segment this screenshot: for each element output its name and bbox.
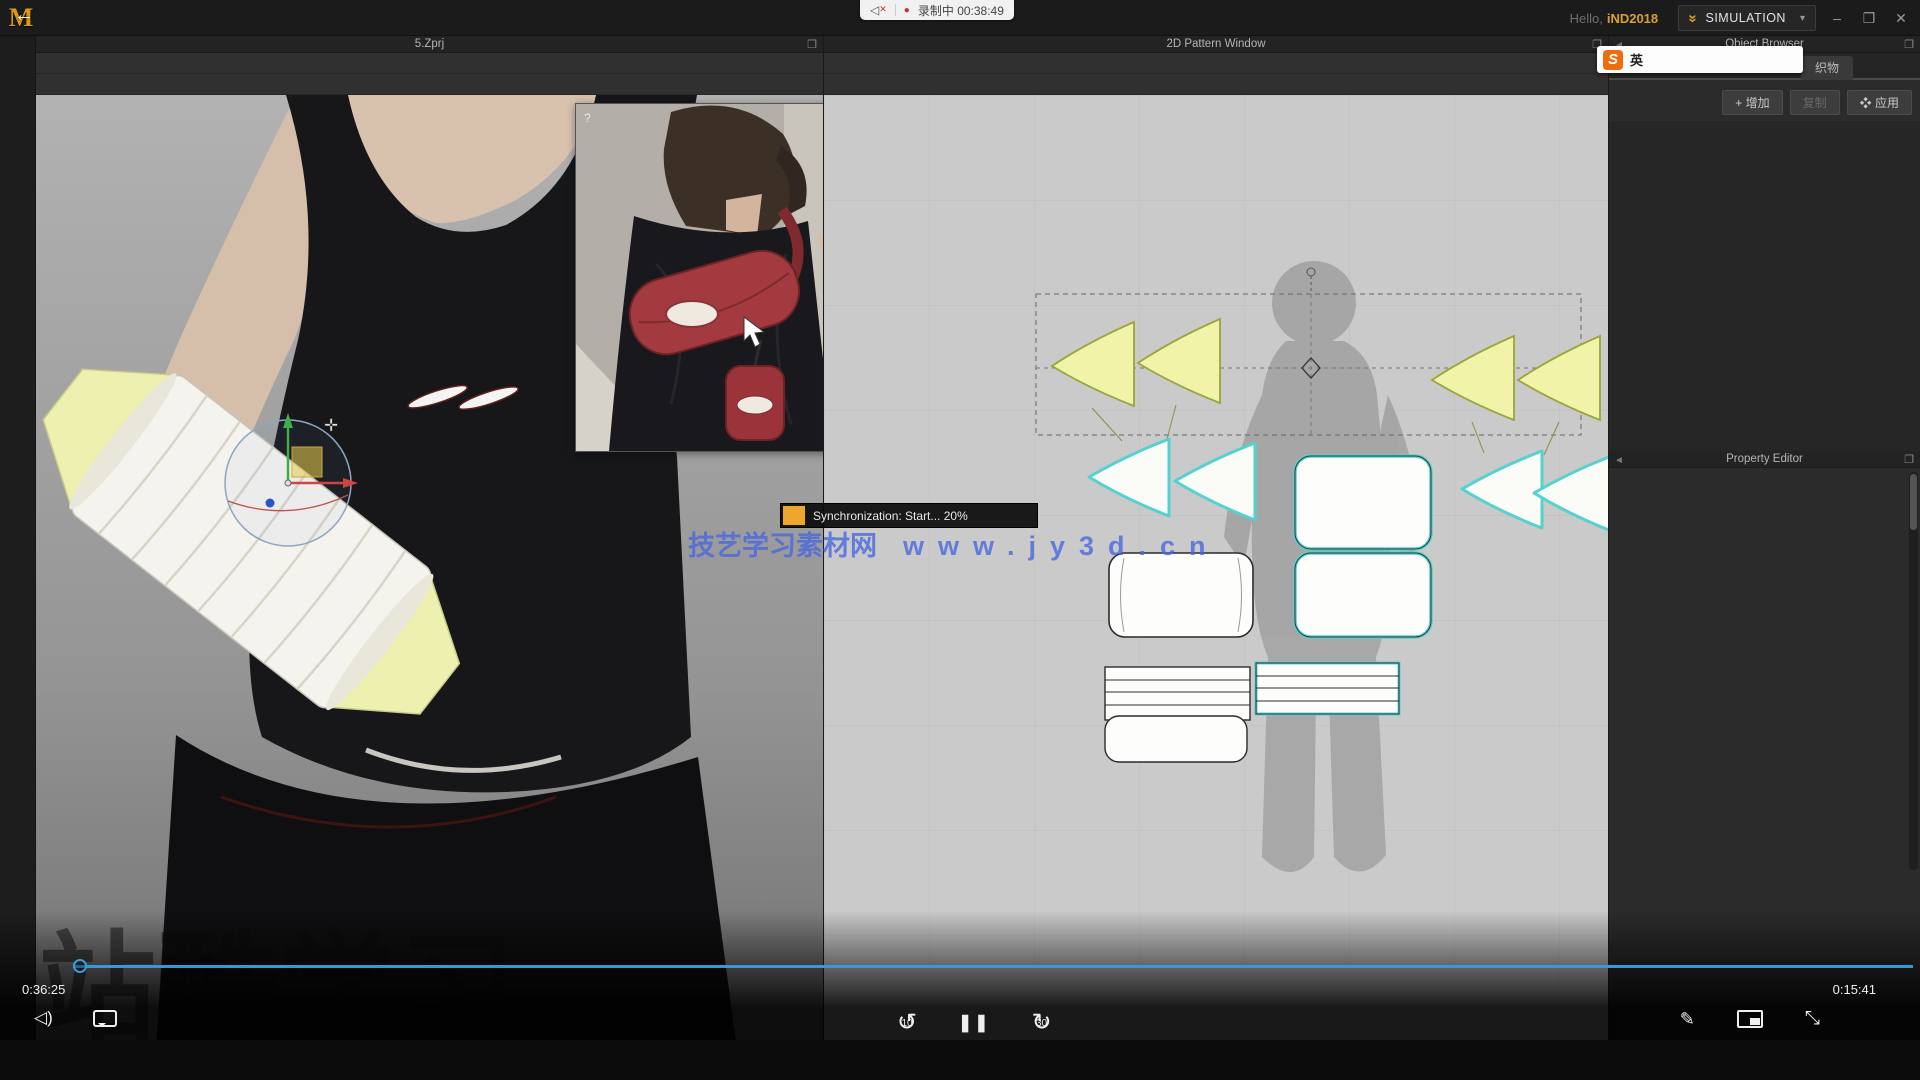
toolbar-3d-row2 xyxy=(36,74,823,95)
exit-fullscreen-button[interactable]: ⤡ xyxy=(1805,1008,1820,1030)
language-mode-icon[interactable]: 英 xyxy=(1630,50,1643,69)
simulation-caret-icon: ▾ xyxy=(1800,13,1805,24)
pattern-rect-plain[interactable] xyxy=(1109,553,1253,637)
close-button[interactable]: ✕ xyxy=(1890,10,1912,27)
site-watermark: 技艺学习素材网www.jy3d.cn xyxy=(688,524,1220,563)
gizmo-plane-handle[interactable] xyxy=(292,447,322,477)
elapsed-time: 0:36:25 xyxy=(22,982,65,997)
expand-pe-icon[interactable]: ❐ xyxy=(1904,452,1914,469)
toolbar-2d-row1 xyxy=(824,53,1608,74)
sync-progress-text: Synchronization: Start... 20% xyxy=(813,509,968,523)
property-editor-header: ◄ Property Editor ❐ xyxy=(1609,451,1920,468)
pattern-strips-right[interactable] xyxy=(1256,663,1399,714)
object-browser-empty xyxy=(1609,121,1920,451)
username: iND2018 xyxy=(1607,11,1658,26)
sogou-ime-bar[interactable]: S 英 xyxy=(1597,46,1803,73)
recording-indicator: ◁✕ ● 录制中 00:38:49 xyxy=(860,0,1014,20)
skip-back-10-button[interactable]: ↺10 xyxy=(892,1008,922,1037)
apply-fabric-button[interactable]: ❖ 应用 xyxy=(1847,90,1912,115)
photo-bag-logo xyxy=(666,301,718,327)
fabric-actions: + 增加 复制 ❖ 应用 xyxy=(1609,80,1920,121)
property-scrollbar[interactable] xyxy=(1909,472,1918,870)
collapse-pe-icon[interactable]: ◄ xyxy=(1614,452,1624,469)
sogou-logo-icon[interactable]: S xyxy=(1603,50,1623,70)
sync-progress-fill xyxy=(783,506,805,525)
simulation-label: SIMULATION xyxy=(1705,11,1785,25)
recording-status: 录制中 00:38:49 xyxy=(918,2,1004,19)
move-cursor: ✛ xyxy=(324,416,338,435)
expand-ob-icon[interactable]: ❐ xyxy=(1904,37,1914,54)
corner-watermark: 站酷学习 xyxy=(38,892,518,1063)
expand-3d-icon[interactable]: ❐ xyxy=(807,37,817,54)
subtitle-comment-button[interactable] xyxy=(93,1010,117,1027)
edit-button[interactable]: ✎ xyxy=(1680,1009,1695,1030)
volume-button[interactable]: ◁) xyxy=(34,1008,53,1028)
simulation-chevron-icon: » xyxy=(1685,14,1702,22)
toolbar-3d-row1 xyxy=(36,53,823,74)
remaining-time: 0:15:41 xyxy=(1833,982,1876,997)
pattern-rect-selected-2[interactable] xyxy=(1295,553,1431,637)
seek-handle[interactable] xyxy=(73,959,87,973)
reference-photo: ? xyxy=(575,103,823,452)
skip-forward-30-button[interactable]: ↻30 xyxy=(1027,1008,1057,1037)
pattern-rect-selected-1[interactable] xyxy=(1295,456,1431,549)
player-back-button[interactable]: ← xyxy=(14,4,34,27)
toolbar-2d-row2 xyxy=(824,74,1608,95)
pattern-canvas-svg xyxy=(824,95,1608,1080)
minimize-button[interactable]: – xyxy=(1826,10,1848,26)
gizmo-z-handle[interactable] xyxy=(266,499,275,508)
window-title-2d: 2D Pattern Window ❐ xyxy=(824,36,1608,53)
pattern-strips-left[interactable] xyxy=(1105,667,1250,762)
canvas-2d[interactable] xyxy=(824,95,1608,1080)
recording-dot-icon: ● xyxy=(904,5,910,16)
svg-text:?: ? xyxy=(584,111,591,125)
collapsed-left-sidebar[interactable] xyxy=(0,36,36,1080)
restore-button[interactable]: ❐ xyxy=(1858,10,1880,27)
copy-fabric-button[interactable]: 复制 xyxy=(1790,90,1840,115)
right-panel: ◄ Object Browser ❐ 织物 + 增加 复制 ❖ 应用 ◄ Pro… xyxy=(1608,36,1920,1080)
tab-fabric[interactable]: 织物 xyxy=(1801,56,1853,80)
simulation-dropdown[interactable]: » SIMULATION ▾ xyxy=(1678,5,1816,31)
windows-taskbar xyxy=(0,1040,1920,1080)
pause-button[interactable]: ❚❚ xyxy=(958,1013,991,1033)
add-fabric-button[interactable]: + 增加 xyxy=(1722,90,1782,115)
seek-bar-fill xyxy=(73,965,1913,968)
mini-player-button[interactable] xyxy=(1737,1010,1763,1028)
muted-speaker-icon[interactable]: ◁✕ xyxy=(870,3,887,17)
video-player-screen: M Hello,iND2018 » SIMULATION ▾ – ❐ ✕ ← ◁… xyxy=(0,0,1920,1080)
greeting-text: Hello,iND2018 xyxy=(1570,11,1659,26)
seek-bar[interactable] xyxy=(73,965,1913,968)
window-title-3d: 5.Zprj ❐ xyxy=(36,36,823,53)
